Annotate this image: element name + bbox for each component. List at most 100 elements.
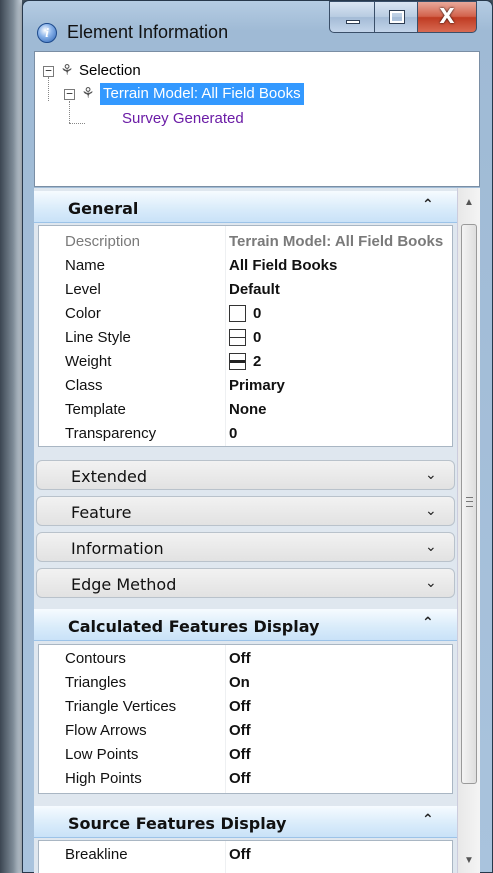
property-name: Template <box>65 401 126 418</box>
property-row[interactable]: Class Primary <box>39 374 452 398</box>
collapse-toggle[interactable]: − <box>43 65 54 77</box>
property-name: Line Style <box>65 329 131 346</box>
property-name: Triangle Vertices <box>65 698 177 715</box>
property-row[interactable]: Flow Arrows Off <box>39 719 452 743</box>
line-style-icon <box>229 329 246 346</box>
general-property-grid: Description Terrain Model: All Field Boo… <box>38 225 453 447</box>
property-value: Off <box>229 746 251 763</box>
chevron-down-icon: ⌄ <box>425 503 437 519</box>
section-title: Information <box>71 539 164 558</box>
properties-panel: General ⌃ Description Terrain Model: All… <box>34 188 457 873</box>
tree-node-terrain-model[interactable]: − ⚘ Terrain Model: All Field Books <box>35 83 475 105</box>
chevron-up-icon: ⌃ <box>422 197 434 213</box>
property-value: Off <box>229 650 251 667</box>
property-name: Weight <box>65 353 112 370</box>
tree-node-label: Selection <box>79 62 141 79</box>
property-value: 0 <box>229 425 238 442</box>
property-name: Contours <box>65 650 126 667</box>
tree-node-survey-generated[interactable]: Survey Generated <box>35 108 475 130</box>
property-row[interactable]: Line Style 0 <box>39 326 452 350</box>
vertical-scrollbar[interactable]: ▲ ▼ <box>457 188 480 873</box>
property-value: 0 <box>253 305 262 322</box>
line-weight-icon <box>229 353 246 370</box>
property-name: Triangles <box>65 674 127 691</box>
window-title: Element Information <box>67 22 229 42</box>
section-header-source-features[interactable]: Source Features Display ⌃ <box>34 806 457 838</box>
element-information-window: i Element Information X − ⚘ Selection − … <box>22 0 493 873</box>
property-value: None <box>229 401 267 418</box>
property-name: Name <box>65 257 106 274</box>
close-button[interactable]: X <box>417 1 477 33</box>
property-value: 0 <box>253 329 262 346</box>
section-title: Extended <box>71 467 147 486</box>
property-row[interactable]: Triangle Vertices Off <box>39 695 452 719</box>
property-name: High Points <box>65 770 142 787</box>
color-swatch <box>229 305 246 322</box>
minimize-button[interactable] <box>329 1 375 33</box>
property-name: Transparency <box>65 425 157 442</box>
close-icon: X <box>439 4 455 28</box>
property-row[interactable]: Color 0 <box>39 302 452 326</box>
grip-icon <box>466 497 473 507</box>
collapse-toggle[interactable]: − <box>64 88 75 100</box>
section-header-edge-method[interactable]: Edge Method ⌄ <box>36 568 455 598</box>
minimize-icon <box>346 20 360 24</box>
property-value: All Field Books <box>229 257 338 274</box>
tree-node-label: Survey Generated <box>122 110 244 127</box>
property-row[interactable]: High Points Off <box>39 767 452 791</box>
property-value: Primary <box>229 377 285 394</box>
property-row[interactable]: Level Default <box>39 278 452 302</box>
section-header-general[interactable]: General ⌃ <box>34 191 457 223</box>
property-value: Off <box>229 698 251 715</box>
property-row[interactable]: Template None <box>39 398 452 422</box>
property-value: Terrain Model: All Field Books <box>229 233 444 250</box>
tree-node-icon: ⚘ <box>81 85 95 102</box>
desktop-background <box>0 0 22 873</box>
section-title: Calculated Features Display <box>68 617 320 636</box>
property-value: 2 <box>253 353 262 370</box>
calculated-features-grid: Contours Off Triangles On Triangle Verti… <box>38 644 453 794</box>
property-name: Level <box>65 281 101 298</box>
property-value: On <box>229 674 250 691</box>
selection-tree: − ⚘ Selection − ⚘ Terrain Model: All Fie… <box>34 51 480 187</box>
section-header-feature[interactable]: Feature ⌄ <box>36 496 455 526</box>
section-header-information[interactable]: Information ⌄ <box>36 532 455 562</box>
chevron-up-icon: ⌃ <box>422 615 434 631</box>
section-title: Source Features Display <box>68 814 287 833</box>
scroll-down-icon[interactable]: ▼ <box>458 850 480 872</box>
property-row[interactable]: Contours Off <box>39 647 452 671</box>
chevron-down-icon: ⌄ <box>425 575 437 591</box>
section-title: Feature <box>71 503 132 522</box>
title-bar[interactable]: i Element Information X <box>23 1 492 51</box>
chevron-down-icon: ⌄ <box>425 539 437 555</box>
property-row[interactable]: Description Terrain Model: All Field Boo… <box>39 230 452 254</box>
section-title: Edge Method <box>71 575 177 594</box>
property-row[interactable]: Breakline Off <box>39 843 452 867</box>
maximize-button[interactable] <box>374 1 418 33</box>
tree-node-icon: ⚘ <box>60 62 74 79</box>
property-row[interactable]: Name All Field Books <box>39 254 452 278</box>
tree-node-selection[interactable]: − ⚘ Selection <box>35 60 475 82</box>
property-row[interactable]: Transparency 0 <box>39 422 452 446</box>
section-title: General <box>68 199 139 218</box>
property-row[interactable]: Triangles On <box>39 671 452 695</box>
property-value: Off <box>229 722 251 739</box>
section-header-extended[interactable]: Extended ⌄ <box>36 460 455 490</box>
property-value: Default <box>229 281 280 298</box>
property-row[interactable]: Weight 2 <box>39 350 452 374</box>
maximize-icon <box>389 10 405 24</box>
scroll-up-icon[interactable]: ▲ <box>458 192 480 214</box>
property-name: Low Points <box>65 746 139 763</box>
property-name: Flow Arrows <box>65 722 147 739</box>
property-row[interactable]: Low Points Off <box>39 743 452 767</box>
property-name: Breakline <box>65 846 128 863</box>
scrollbar-thumb[interactable] <box>461 224 477 784</box>
property-name: Class <box>65 377 103 394</box>
info-icon: i <box>37 23 57 43</box>
section-header-calculated-features[interactable]: Calculated Features Display ⌃ <box>34 609 457 641</box>
chevron-down-icon: ⌄ <box>425 467 437 483</box>
chevron-up-icon: ⌃ <box>422 812 434 828</box>
tree-node-label: Terrain Model: All Field Books <box>100 83 304 105</box>
source-features-grid: Breakline Off <box>38 840 453 873</box>
property-name: Color <box>65 305 101 322</box>
